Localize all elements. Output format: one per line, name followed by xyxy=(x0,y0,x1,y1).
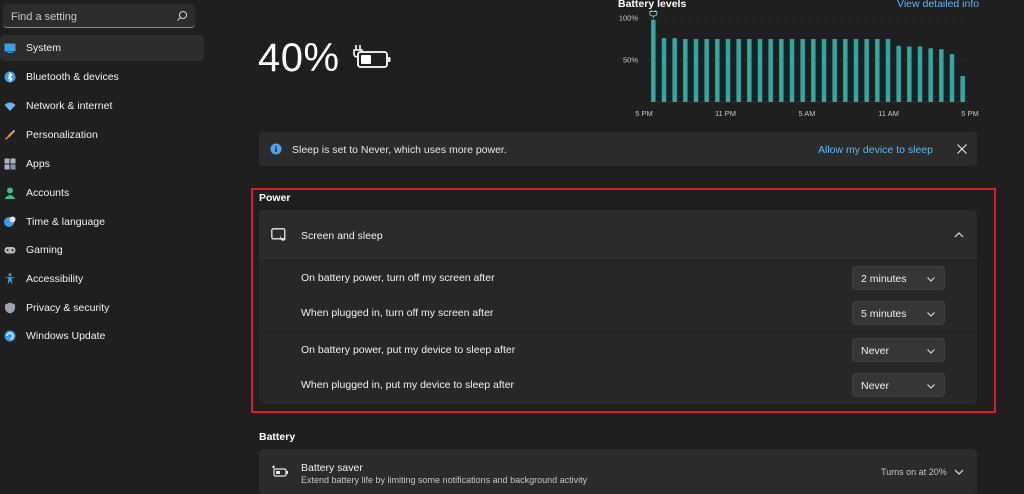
battery-bar xyxy=(917,46,923,102)
battery-bar xyxy=(907,46,912,102)
battery-bar xyxy=(800,39,805,102)
battery-saver-icon xyxy=(272,465,288,477)
battery-saver-description: Extend battery life by limiting some not… xyxy=(301,475,588,485)
sidebar-item-label: Time & language xyxy=(26,216,105,228)
battery-bar xyxy=(747,39,752,102)
sidebar: System Bluetooth & devices Network & int… xyxy=(0,0,210,494)
plug-icon xyxy=(649,10,658,18)
sidebar-item-accessibility[interactable]: Accessibility xyxy=(0,266,204,292)
shield-icon xyxy=(5,302,15,314)
sidebar-item-system[interactable]: System xyxy=(0,35,204,61)
search-input[interactable] xyxy=(11,10,171,23)
battery-bar xyxy=(715,39,720,102)
sidebar-item-bluetooth[interactable]: Bluetooth & devices xyxy=(0,64,204,90)
x-tick-label: 5 AM xyxy=(798,109,815,118)
x-tick-label: 11 PM xyxy=(715,109,736,118)
battery-percent: 40% xyxy=(258,36,340,80)
banner-text: Sleep is set to Never, which uses more p… xyxy=(292,144,507,156)
sidebar-item-label: Gaming xyxy=(26,244,63,256)
globe-clock-icon xyxy=(4,216,16,227)
battery-bar xyxy=(939,49,944,102)
battery-bar xyxy=(789,39,795,102)
battery-bar xyxy=(693,39,699,102)
sidebar-item-label: Network & internet xyxy=(26,100,113,112)
search-box[interactable] xyxy=(3,4,195,28)
sidebar-item-label: Accessibility xyxy=(26,273,84,285)
battery-section-title: Battery xyxy=(259,431,296,443)
sidebar-item-label: Windows Update xyxy=(26,330,106,342)
y-tick-label: 100% xyxy=(619,14,639,23)
sidebar-item-time-language[interactable]: Time & language xyxy=(0,209,204,235)
close-icon[interactable] xyxy=(956,143,968,155)
accounts-icon xyxy=(4,187,16,199)
battery-bar xyxy=(949,54,955,102)
x-tick-label: 11 AM xyxy=(878,109,899,118)
y-tick-label: 50% xyxy=(623,56,638,65)
battery-saver-status: Turns on at 20% xyxy=(881,467,947,477)
battery-bar xyxy=(683,39,688,102)
bluetooth-icon xyxy=(4,71,16,83)
battery-bar xyxy=(704,39,709,102)
battery-bar xyxy=(853,39,859,102)
battery-saver-title: Battery saver xyxy=(301,462,363,474)
sidebar-item-privacy[interactable]: Privacy & security xyxy=(0,295,204,321)
battery-bar xyxy=(960,75,965,102)
sidebar-item-label: Personalization xyxy=(26,129,98,141)
battery-bar xyxy=(672,38,677,102)
allow-sleep-link[interactable]: Allow my device to sleep xyxy=(818,144,933,156)
apps-icon xyxy=(4,158,16,170)
battery-bar xyxy=(928,48,933,102)
sidebar-item-windows-update[interactable]: Windows Update xyxy=(0,323,204,349)
battery-charging-icon xyxy=(353,45,391,68)
battery-bar xyxy=(885,39,891,102)
battery-saver-card[interactable]: Battery saver Extend battery life by lim… xyxy=(259,449,977,494)
sidebar-item-gaming[interactable]: Gaming xyxy=(0,237,204,263)
sidebar-item-personalization[interactable]: Personalization xyxy=(0,122,204,148)
sidebar-item-label: Accounts xyxy=(26,187,70,199)
sidebar-item-label: Apps xyxy=(26,158,50,170)
battery-bar xyxy=(779,39,784,102)
chart-title: Battery levels xyxy=(618,0,687,10)
brush-icon xyxy=(5,129,16,140)
gamepad-icon xyxy=(4,247,16,254)
battery-levels-chart: 100% 50% 5 PM 11 PM 5 AM 11 AM 5 PM xyxy=(619,10,979,118)
sidebar-item-label: Bluetooth & devices xyxy=(26,71,119,83)
battery-bar xyxy=(832,39,837,102)
system-icon xyxy=(4,43,16,53)
highlight-box xyxy=(251,188,996,413)
x-tick-label: 5 PM xyxy=(961,109,979,118)
battery-bar xyxy=(661,38,667,102)
sidebar-item-label: Privacy & security xyxy=(26,302,110,314)
sleep-info-banner: Sleep is set to Never, which uses more p… xyxy=(259,132,977,166)
battery-bar xyxy=(843,39,848,102)
sidebar-item-apps[interactable]: Apps xyxy=(0,151,204,177)
sidebar-item-label: System xyxy=(26,42,62,54)
view-detailed-info-link[interactable]: View detailed info xyxy=(897,0,979,10)
update-icon xyxy=(4,330,16,342)
battery-bar xyxy=(768,39,773,102)
battery-bar xyxy=(651,19,656,102)
search-icon[interactable] xyxy=(176,10,188,22)
sidebar-item-accounts[interactable]: Accounts xyxy=(0,180,204,206)
battery-bar xyxy=(896,45,901,102)
battery-bar xyxy=(811,39,816,102)
info-icon xyxy=(270,143,282,155)
accessibility-icon xyxy=(5,273,15,285)
battery-bar xyxy=(821,39,827,102)
battery-bar xyxy=(736,39,741,102)
chevron-down-icon[interactable] xyxy=(953,466,965,478)
battery-bar xyxy=(757,39,763,102)
x-tick-label: 5 PM xyxy=(635,109,653,118)
battery-bar xyxy=(875,39,880,102)
wifi-icon xyxy=(4,102,16,111)
sidebar-item-network[interactable]: Network & internet xyxy=(0,93,204,119)
battery-bar xyxy=(864,39,869,102)
battery-bar xyxy=(725,39,731,102)
